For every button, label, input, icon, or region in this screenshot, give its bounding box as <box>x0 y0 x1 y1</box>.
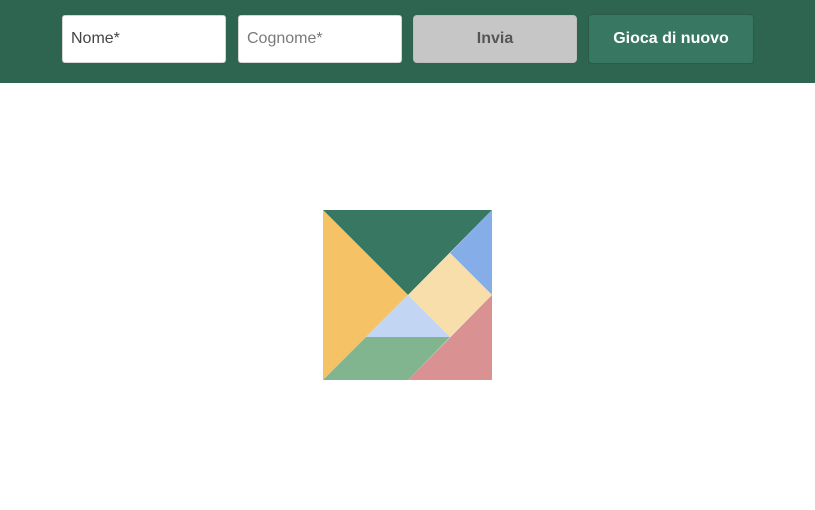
submit-button[interactable]: Invia <box>413 15 577 63</box>
top-toolbar: Invia Gioca di nuovo <box>0 0 815 83</box>
tangram-board <box>323 210 492 380</box>
play-again-button[interactable]: Gioca di nuovo <box>588 14 754 64</box>
last-name-input[interactable] <box>238 15 402 63</box>
first-name-input[interactable] <box>62 15 226 63</box>
